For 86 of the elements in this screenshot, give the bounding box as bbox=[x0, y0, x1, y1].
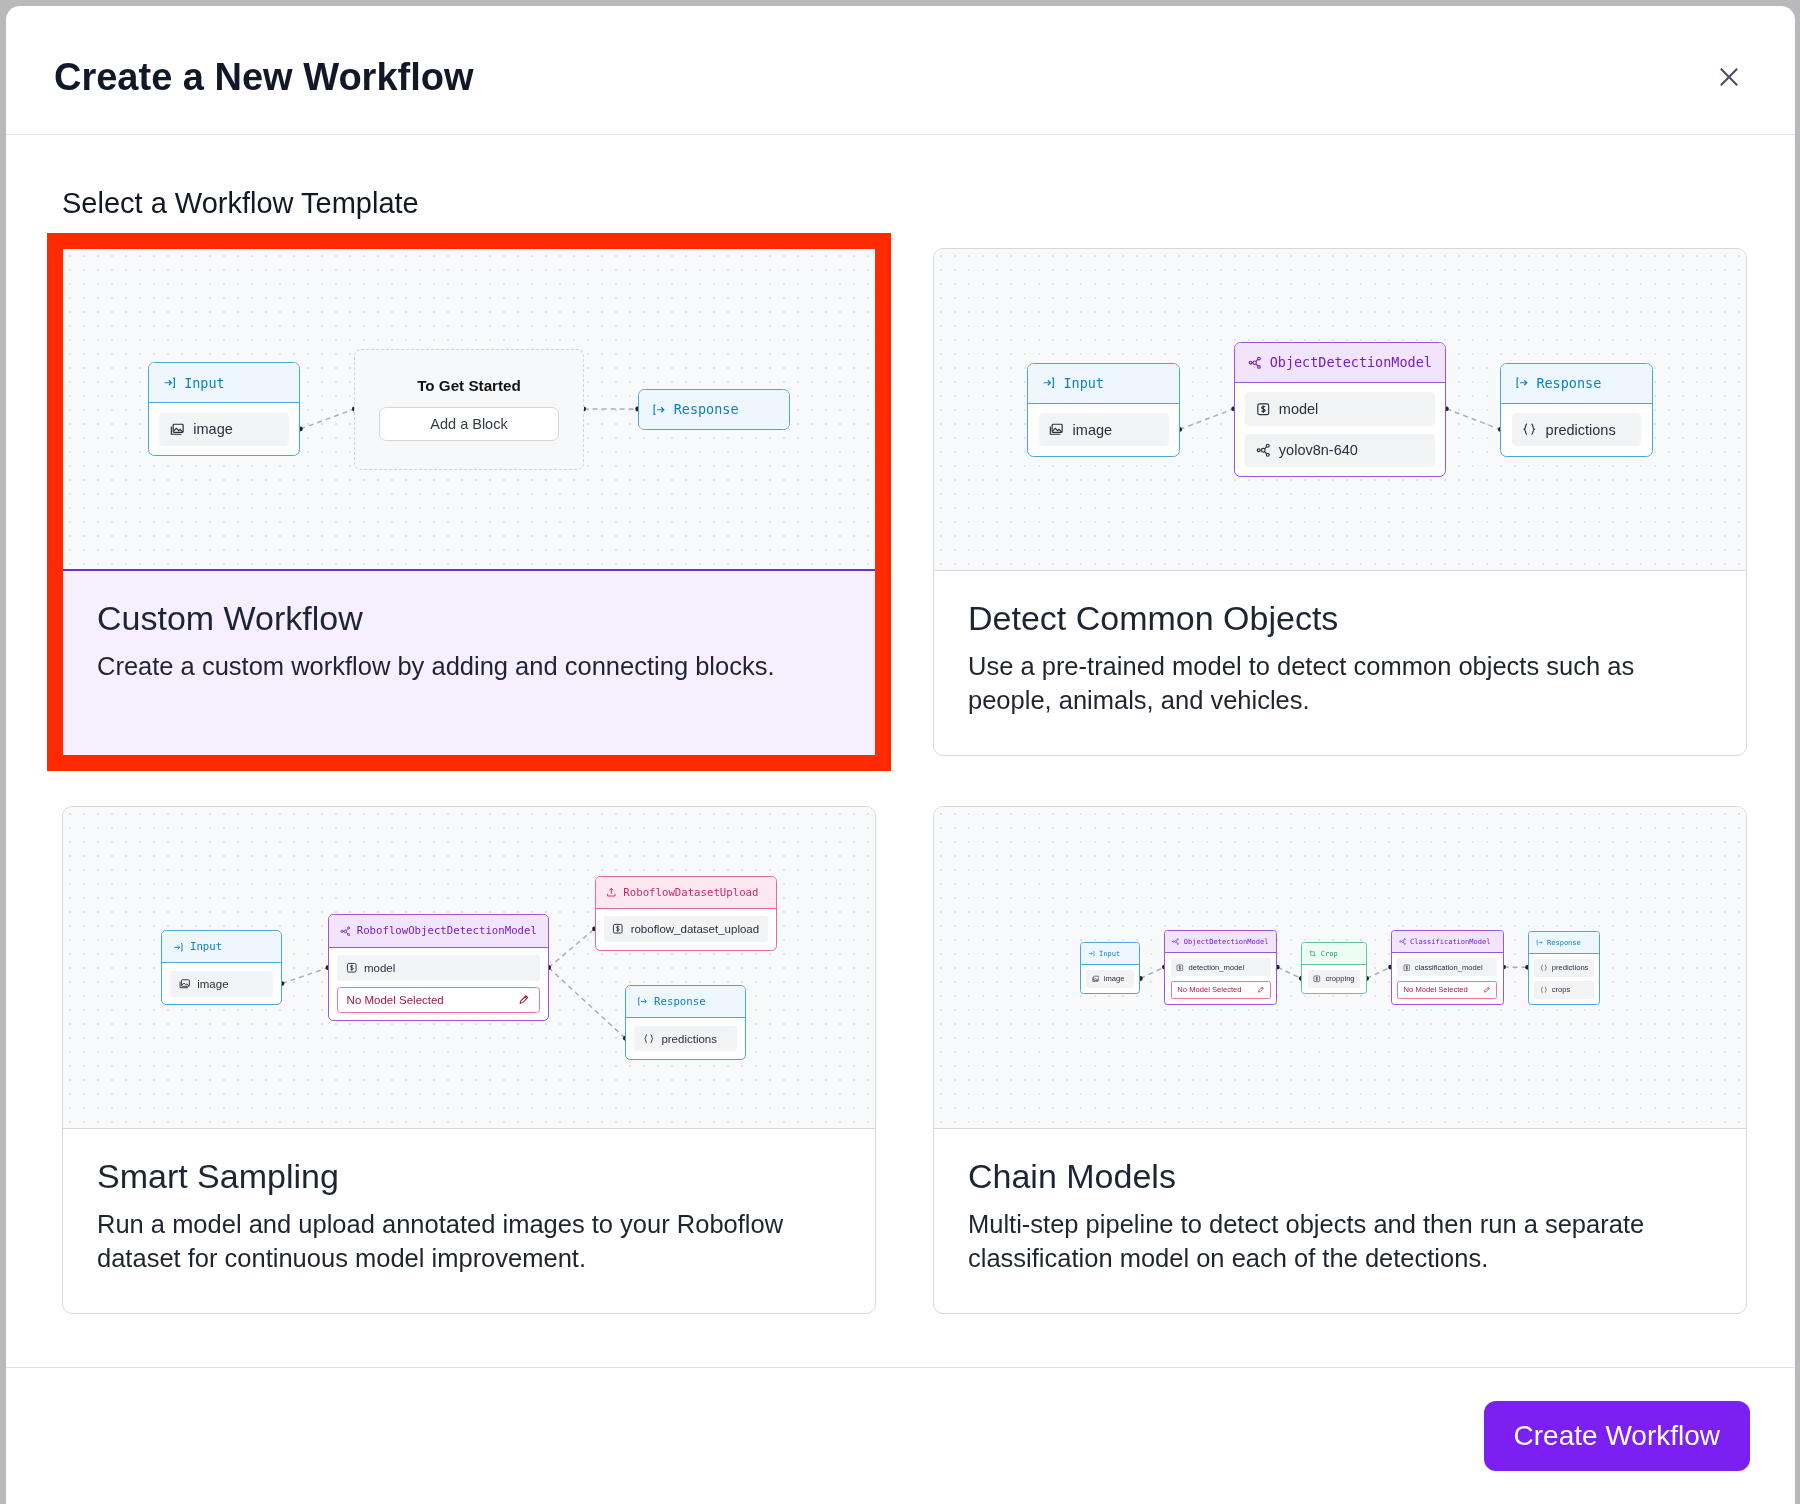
network-icon bbox=[1255, 443, 1271, 458]
node-title: Response bbox=[673, 401, 739, 418]
field-label: predictions bbox=[1545, 421, 1616, 438]
connector-line bbox=[1443, 406, 1503, 433]
output-arrow-icon bbox=[652, 402, 666, 416]
workflow-node[interactable]: Input image bbox=[148, 362, 301, 457]
dollar-box-icon bbox=[612, 923, 624, 935]
connector-line bbox=[1177, 406, 1237, 433]
field-label: predictions bbox=[661, 1032, 717, 1045]
node-title: RoboflowObjectDetectionModel bbox=[356, 924, 537, 938]
pencil-icon bbox=[1482, 986, 1491, 994]
workflow-node[interactable]: Response predictions bbox=[1500, 362, 1653, 457]
node-title: RoboflowDatasetUpload bbox=[623, 885, 759, 899]
output-arrow-icon bbox=[1535, 938, 1543, 946]
input-arrow-icon bbox=[1087, 949, 1095, 957]
workflow-node[interactable]: RoboflowDatasetUpload roboflow_dataset_upload bbox=[594, 875, 777, 951]
node-title: Input bbox=[1063, 375, 1104, 392]
pencil-icon bbox=[1256, 986, 1265, 994]
image-icon bbox=[178, 978, 191, 990]
node-title: Response bbox=[1536, 375, 1602, 392]
connector-line bbox=[279, 965, 331, 987]
upload-icon bbox=[606, 886, 617, 898]
template-description: Run a model and upload annotated images to your Roboflow dataset for continuous model improvement. bbox=[97, 1209, 785, 1274]
braces-icon bbox=[1539, 986, 1548, 994]
template-title: Smart Sampling bbox=[97, 1157, 340, 1197]
image-icon bbox=[1091, 974, 1100, 983]
network-icon bbox=[1248, 355, 1262, 370]
output-arrow-icon bbox=[1514, 376, 1529, 390]
field-label: model bbox=[364, 961, 396, 974]
template-card[interactable] bbox=[933, 806, 1747, 1315]
dollar-box-icon bbox=[1402, 963, 1411, 972]
field-label: model bbox=[1278, 401, 1319, 418]
create-workflow-button[interactable]: Create Workflow bbox=[1483, 1401, 1750, 1471]
template-description: Create a custom workflow by adding and connecting blocks. bbox=[97, 651, 776, 683]
template-title: Detect Common Objects bbox=[968, 599, 1340, 639]
input-arrow-icon bbox=[1041, 376, 1056, 390]
pencil-icon bbox=[518, 994, 530, 1006]
network-icon bbox=[1172, 938, 1180, 946]
workflow-node[interactable]: Response bbox=[637, 388, 790, 430]
dollar-box-icon bbox=[1176, 963, 1184, 972]
braces-icon bbox=[1539, 963, 1548, 972]
output-arrow-icon bbox=[637, 996, 648, 1007]
field-label: image bbox=[197, 977, 229, 990]
workflow-node[interactable]: Response predictions bbox=[625, 985, 747, 1060]
dollar-box-icon bbox=[1313, 974, 1321, 983]
connector-line bbox=[581, 406, 641, 412]
model-select-field[interactable]: No Model Selected bbox=[336, 987, 540, 1013]
workflow-node[interactable]: ObjectDetectionModel model yolov8n-640 bbox=[1233, 342, 1447, 478]
workflow-node[interactable]: RoboflowObjectDetectionModel model No Model Selected bbox=[327, 914, 549, 1022]
dollar-box-icon bbox=[345, 962, 358, 974]
workflow-node[interactable]: Input image bbox=[161, 930, 282, 1006]
node-title: Input bbox=[184, 374, 225, 391]
connector-line bbox=[1364, 964, 1393, 982]
node-title: Response bbox=[654, 995, 706, 1009]
image-icon bbox=[1049, 422, 1064, 437]
workflow-node[interactable]: Input image bbox=[1027, 362, 1180, 457]
template-description: Multi-step pipeline to detect objects and then run a separate classification model on each of the detections. bbox=[968, 1209, 1646, 1274]
template-card[interactable]: Input image ObjectDetectionModel model yolov8n-640 Response predictions Detect Common Objects Use a pre-trained model to detect common objects such as people, animals, and vehicles. bbox=[933, 248, 1747, 757]
image-icon bbox=[170, 421, 185, 437]
field-label: roboflow_dataset_upload bbox=[630, 923, 760, 936]
template-title: Custom Workflow bbox=[97, 599, 364, 639]
input-arrow-icon bbox=[162, 375, 177, 390]
connector-line bbox=[1501, 964, 1530, 970]
crop-icon bbox=[1309, 949, 1317, 957]
field-label: image bbox=[1072, 421, 1113, 438]
node-title: To Get Started bbox=[417, 377, 521, 395]
field-label: image bbox=[193, 421, 233, 438]
field-label: yolov8n-640 bbox=[1278, 442, 1358, 459]
connector-line bbox=[1137, 964, 1167, 982]
field-label: No Model Selected bbox=[346, 993, 444, 1006]
braces-icon bbox=[1522, 422, 1537, 437]
input-arrow-icon bbox=[172, 941, 184, 953]
template-description: Use a pre-trained model to detect common objects such as people, animals, and vehicles. bbox=[968, 651, 1636, 716]
connector-line bbox=[1274, 964, 1304, 982]
template-title: Chain Models bbox=[968, 1157, 1177, 1197]
braces-icon bbox=[643, 1032, 655, 1045]
dialog-title: Create a New Workflow bbox=[54, 55, 474, 99]
connector-line bbox=[297, 406, 357, 432]
node-title: ObjectDetectionModel bbox=[1269, 354, 1432, 371]
network-icon bbox=[1398, 938, 1406, 946]
dollar-box-icon bbox=[1255, 401, 1271, 417]
template-card[interactable] bbox=[62, 806, 876, 1315]
network-icon bbox=[339, 925, 351, 937]
add-block-button[interactable]: Add a Block bbox=[378, 407, 560, 442]
node-title: Input bbox=[189, 940, 223, 954]
section-heading: Select a Workflow Template bbox=[62, 186, 420, 221]
